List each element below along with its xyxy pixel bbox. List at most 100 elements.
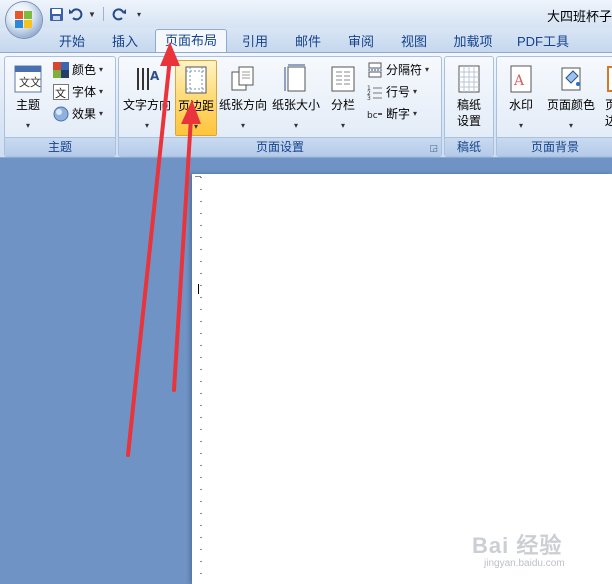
- customize-toolbar-icon[interactable]: ▾: [137, 10, 145, 19]
- tab-mailings[interactable]: 邮件: [284, 32, 332, 52]
- tab-references[interactable]: 引用: [231, 32, 279, 52]
- svg-text:A: A: [150, 69, 160, 83]
- svg-text:bc: bc: [367, 111, 378, 121]
- manuscript-label-line1: 稿纸: [456, 98, 481, 112]
- tab-view[interactable]: 视图: [390, 32, 438, 52]
- text-direction-icon: A: [132, 64, 162, 94]
- group-manuscript: 稿纸 设置 稿纸: [444, 56, 494, 157]
- tab-add-ins[interactable]: 加载项: [445, 32, 501, 52]
- office-button[interactable]: [6, 2, 42, 38]
- tab-page-layout[interactable]: 页面布局: [155, 29, 227, 54]
- group-label-page-setup: 页面设置: [119, 137, 441, 156]
- fonts-icon: 文: [53, 84, 69, 100]
- page-borders-icon: [605, 64, 612, 94]
- group-label-themes: 主题: [5, 137, 115, 156]
- window-title: 大四班杯子: [546, 9, 612, 24]
- tab-insert[interactable]: 插入: [102, 32, 148, 52]
- effects-label: 效果: [72, 107, 97, 121]
- page-color-dropdown-icon: ▾: [568, 121, 573, 130]
- svg-text:文文: 文文: [19, 75, 41, 89]
- margins-dropdown-icon: ▾: [193, 122, 198, 131]
- page-borders-button[interactable]: 页 边: [599, 60, 612, 132]
- effects-dropdown-icon: ▾: [99, 109, 104, 118]
- colors-icon: [53, 62, 69, 78]
- watermark-button[interactable]: A 水印 ▾: [499, 60, 543, 132]
- page-borders-label-line2: 边: [604, 114, 612, 128]
- tab-pdf-tools[interactable]: PDF工具: [510, 32, 576, 52]
- watermark-baidu: Bai 经验: [472, 533, 563, 558]
- theme-effects-button[interactable]: 效果 ▾: [53, 104, 103, 124]
- orientation-icon: [228, 64, 258, 94]
- text-direction-button[interactable]: A 文字方向 ▾: [121, 60, 173, 132]
- breaks-dropdown-icon: ▾: [425, 65, 430, 74]
- colors-dropdown-icon: ▾: [99, 65, 104, 74]
- orientation-dropdown-icon: ▾: [240, 121, 245, 130]
- watermark-url: jingyan.baidu.com: [484, 558, 565, 569]
- page-setup-launcher-icon[interactable]: ◲: [429, 143, 438, 153]
- watermark-label: 水印: [508, 98, 533, 112]
- watermark-dropdown-icon: ▾: [518, 121, 523, 130]
- tab-review[interactable]: 审阅: [337, 32, 385, 52]
- hyphenation-button[interactable]: bc 断字 ▾: [367, 104, 417, 124]
- columns-icon: [328, 64, 358, 94]
- margins-label: 页边距: [177, 99, 214, 113]
- breaks-label: 分隔符: [386, 63, 423, 77]
- page-borders-label-line1: 页: [604, 98, 612, 112]
- title-bar: ▼ ▾ 大四班杯子: [0, 0, 612, 28]
- margin-corner-mark: [195, 176, 201, 177]
- breaks-icon: [367, 62, 383, 78]
- theme-fonts-button[interactable]: 文 字体 ▾: [53, 82, 103, 102]
- page-color-button[interactable]: 页面颜色 ▾: [543, 60, 599, 132]
- size-icon: [281, 64, 311, 94]
- page-color-icon: [556, 64, 586, 94]
- quick-access-toolbar: ▼ ▾: [48, 4, 145, 24]
- group-label-page-background: 页面背景: [497, 137, 612, 156]
- margins-button[interactable]: 页边距 ▾: [175, 60, 217, 136]
- group-page-background: A 水印 ▾ 页面颜色 ▾ 页 边 页面背景: [496, 56, 612, 157]
- undo-icon[interactable]: [68, 6, 84, 22]
- tab-home[interactable]: 开始: [48, 32, 96, 52]
- line-numbers-label: 行号: [386, 85, 411, 99]
- manuscript-settings-button[interactable]: 稿纸 设置: [447, 60, 491, 132]
- group-label-manuscript: 稿纸: [445, 137, 493, 156]
- size-button[interactable]: 纸张大小 ▾: [269, 60, 323, 132]
- theme-colors-button[interactable]: 颜色 ▾: [53, 60, 103, 80]
- orientation-button[interactable]: 纸张方向 ▾: [217, 60, 269, 132]
- size-dropdown-icon: ▾: [293, 121, 298, 130]
- line-numbers-button[interactable]: 123 行号 ▾: [367, 82, 417, 102]
- themes-label: 主题: [15, 98, 40, 112]
- hyphenation-icon: bc: [367, 106, 383, 122]
- hyphenation-label: 断字: [386, 107, 411, 121]
- columns-button[interactable]: 分栏 ▾: [325, 60, 361, 132]
- text-cursor: [198, 284, 199, 294]
- line-numbers-icon: 123: [367, 84, 383, 102]
- document-page[interactable]: [192, 174, 612, 584]
- hyphenation-dropdown-icon: ▾: [413, 109, 418, 118]
- save-icon[interactable]: [48, 6, 64, 22]
- breaks-button[interactable]: 分隔符 ▾: [367, 60, 429, 80]
- colors-label: 颜色: [72, 63, 97, 77]
- text-direction-dropdown-icon: ▾: [144, 121, 149, 130]
- columns-label: 分栏: [330, 98, 355, 112]
- fonts-dropdown-icon: ▾: [99, 87, 104, 96]
- toolbar-separator: [103, 7, 104, 21]
- themes-dropdown-icon: ▾: [25, 121, 30, 130]
- office-logo-icon: [15, 11, 33, 29]
- undo-dropdown-icon[interactable]: ▼: [88, 10, 96, 19]
- manuscript-icon: [454, 64, 484, 94]
- redo-icon[interactable]: [111, 6, 127, 22]
- ribbon-tabs: 开始 插入 页面布局 引用 邮件 审阅 视图 加载项 PDF工具: [0, 28, 612, 54]
- margin-guide: [200, 177, 202, 584]
- columns-dropdown-icon: ▾: [340, 121, 345, 130]
- ribbon: 文文 主题 ▾ 颜色 ▾ 文 字体 ▾ 效果 ▾ 主题 A 文字方向 ▾ 页边距…: [0, 52, 612, 158]
- fonts-label: 字体: [72, 85, 97, 99]
- text-direction-label: 文字方向: [122, 98, 171, 112]
- line-numbers-dropdown-icon: ▾: [413, 87, 418, 96]
- svg-text:3: 3: [367, 95, 371, 100]
- themes-button[interactable]: 文文 主题 ▾: [7, 60, 49, 132]
- themes-icon: 文文: [13, 64, 43, 94]
- group-page-setup: A 文字方向 ▾ 页边距 ▾ 纸张方向 ▾ 纸张大小 ▾ 分栏 ▾ 分隔符 ▾ …: [118, 56, 442, 157]
- watermark-icon: A: [506, 64, 536, 94]
- orientation-label: 纸张方向: [218, 98, 267, 112]
- margins-icon: [181, 65, 211, 95]
